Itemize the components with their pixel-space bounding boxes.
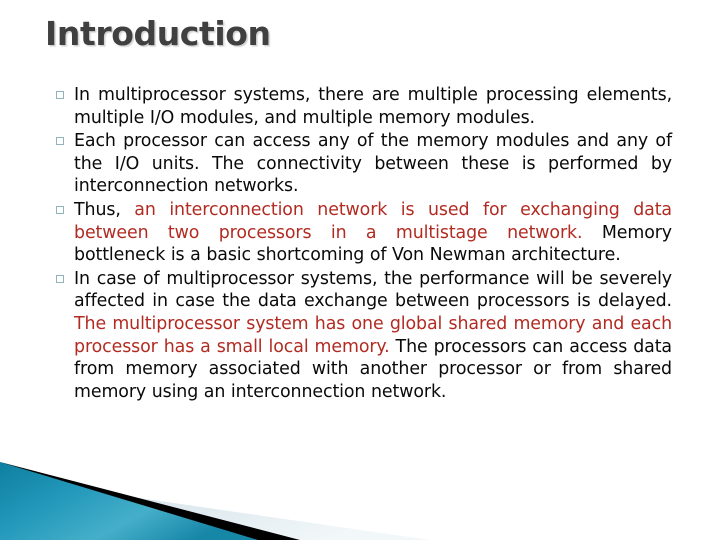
decor-black-wedge — [0, 462, 300, 540]
corner-decoration-graphic — [0, 462, 430, 540]
list-item-text: Thus, an interconnection network is used… — [74, 199, 672, 267]
decor-pale-wedge — [0, 478, 430, 540]
body-text: In case of multiprocessor systems, the p… — [74, 268, 672, 312]
presentation-slide: Introduction In multiprocessor systems, … — [0, 0, 720, 540]
body-text: Each processor can access any of the mem… — [74, 131, 672, 197]
square-outline-icon — [56, 199, 74, 216]
list-item: Thus, an interconnection network is used… — [56, 199, 672, 267]
square-outline-icon — [56, 130, 74, 147]
list-item-text: Each processor can access any of the mem… — [74, 130, 672, 198]
bullet-list: In multiprocessor systems, there are mul… — [56, 84, 672, 404]
decor-teal-wedge — [0, 462, 258, 540]
list-item-text: In multiprocessor systems, there are mul… — [74, 84, 672, 129]
body-text: In multiprocessor systems, there are mul… — [74, 85, 672, 128]
body-text: Thus, — [74, 199, 135, 220]
list-item: In case of multiprocessor systems, the p… — [56, 268, 672, 404]
list-item: In multiprocessor systems, there are mul… — [56, 84, 672, 129]
list-item-text: In case of multiprocessor systems, the p… — [74, 268, 672, 404]
list-item: Each processor can access any of the mem… — [56, 130, 672, 198]
page-title: Introduction — [45, 14, 271, 53]
square-outline-icon — [56, 268, 74, 285]
square-outline-icon — [56, 84, 74, 101]
